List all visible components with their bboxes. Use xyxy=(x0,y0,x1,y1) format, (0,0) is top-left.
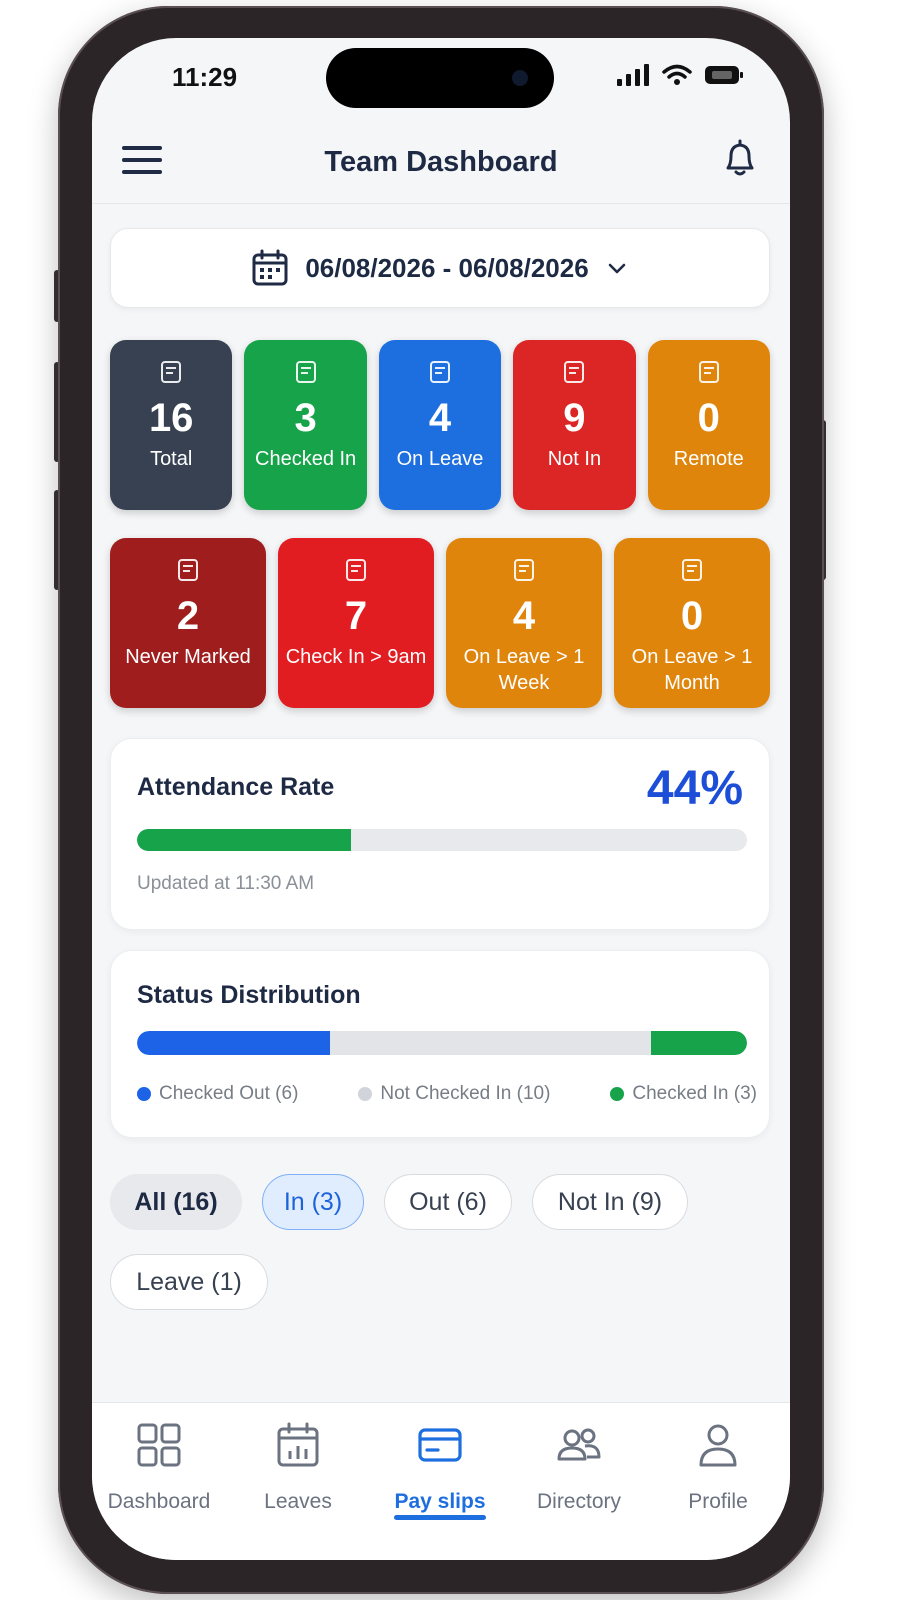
stat-value: 2 xyxy=(176,594,200,638)
app-header: Team Dashboard xyxy=(92,118,790,204)
legend-item: Checked Out (6) xyxy=(137,1083,298,1105)
distribution-bar xyxy=(137,1031,747,1055)
legend-item: Not Checked In (10) xyxy=(358,1083,550,1105)
week-calendar-icon xyxy=(514,559,534,581)
app-screen: 11:29 Team Dashboard 06/08/2026 - 06/08/… xyxy=(92,38,790,1560)
stat-tile-remote[interactable]: 0 Remote xyxy=(647,340,770,510)
month-calendar-icon xyxy=(682,559,702,581)
dynamic-island xyxy=(326,48,554,108)
stat-label: On Leave > 1 Week xyxy=(463,646,585,694)
attendance-title: Attendance Rate xyxy=(137,773,335,801)
distribution-segment xyxy=(329,1031,651,1055)
stat-value: 4 xyxy=(428,396,452,440)
battery-icon xyxy=(705,66,743,84)
stat-value: 0 xyxy=(680,594,704,638)
legend-dot xyxy=(358,1087,373,1101)
page-title: Team Dashboard xyxy=(324,146,558,178)
nav-profile[interactable]: Profile xyxy=(653,1421,783,1514)
people-icon xyxy=(557,1428,601,1461)
status-icons xyxy=(616,64,744,86)
nav-label-dashboard: Dashboard xyxy=(107,1490,211,1513)
legend-dot xyxy=(610,1087,625,1101)
nav-leaves[interactable]: Leaves xyxy=(233,1421,363,1514)
filter-all[interactable]: All (16) xyxy=(110,1174,242,1230)
chevron-down-icon xyxy=(608,263,625,274)
stat-tile-on-leave-1-month[interactable]: 0 On Leave > 1 Month xyxy=(614,538,770,708)
attendance-progress-fill xyxy=(137,829,351,851)
filter-not-in[interactable]: Not In (9) xyxy=(532,1174,688,1230)
distribution-segment xyxy=(137,1031,330,1055)
filter-leave[interactable]: Leave (1) xyxy=(110,1254,268,1310)
attendance-rate-value: 44% xyxy=(646,762,743,815)
edit-check-icon xyxy=(295,361,316,383)
calendar-icon xyxy=(277,1422,319,1467)
stat-label: Never Marked xyxy=(125,646,251,668)
stat-value: 9 xyxy=(563,396,586,440)
filter-in[interactable]: In (3) xyxy=(262,1174,364,1230)
stat-tile-total[interactable]: 16 Total xyxy=(110,340,233,510)
date-range-label: 06/08/2026 - 06/08/2026 xyxy=(305,252,589,283)
stat-value: 16 xyxy=(148,396,194,440)
stat-tile-on-leave[interactable]: 4 On Leave xyxy=(378,340,502,510)
alert-icon xyxy=(564,361,585,383)
nav-dashboard[interactable]: Dashboard xyxy=(94,1421,224,1514)
stat-label: On Leave > 1 Month xyxy=(631,646,753,694)
stat-label: Checked In xyxy=(255,448,357,470)
bottom-nav: Dashboard Leaves Pay slips Directory Pro… xyxy=(92,1402,790,1560)
legend-label: Checked Out (6) xyxy=(159,1083,299,1104)
wifi-icon xyxy=(662,64,692,85)
nav-label-directory: Directory xyxy=(536,1490,621,1513)
stat-value: 4 xyxy=(512,594,536,638)
grid-icon xyxy=(137,1423,181,1467)
updated-timestamp: Updated at 11:30 AM xyxy=(137,873,315,894)
stat-value: 0 xyxy=(697,396,720,440)
stat-label: Check In > 9am xyxy=(285,646,427,668)
nav-label-leaves: Leaves xyxy=(264,1490,332,1513)
legend-label: Checked In (3) xyxy=(632,1083,757,1104)
active-tab-indicator xyxy=(394,1515,486,1520)
distribution-title: Status Distribution xyxy=(137,981,361,1009)
legend-label: Not Checked In (10) xyxy=(380,1083,551,1104)
nav-pay-slips[interactable]: Pay slips xyxy=(375,1421,505,1514)
stat-tile-check-in-9am[interactable]: 7 Check In > 9am xyxy=(278,538,434,708)
bell-icon[interactable] xyxy=(718,136,762,180)
stat-tile-checked-in[interactable]: 3 Checked In xyxy=(244,340,367,510)
stat-value: 7 xyxy=(344,594,368,638)
status-time: 11:29 xyxy=(172,62,238,92)
attendance-card: Attendance Rate 44% Updated at 11:30 AM xyxy=(110,738,770,930)
stat-tile-on-leave-1-week[interactable]: 4 On Leave > 1 Week xyxy=(446,538,602,708)
stat-label: Total xyxy=(150,448,193,470)
attendance-progress-bar xyxy=(137,829,747,851)
leave-calendar-icon xyxy=(429,361,450,383)
id-card-icon xyxy=(161,361,182,383)
distribution-legend: Checked Out (6) Not Checked In (10) Checke… xyxy=(137,1083,757,1105)
edit-icon xyxy=(178,559,198,581)
person-icon xyxy=(699,1424,737,1467)
signal-icon xyxy=(617,64,649,86)
stat-label: Remote xyxy=(673,448,744,470)
calendar-icon xyxy=(252,249,288,286)
stat-label: On Leave xyxy=(396,448,484,470)
home-doc-icon xyxy=(698,361,719,383)
stat-tile-not-in[interactable]: 9 Not In xyxy=(513,340,636,510)
filter-out[interactable]: Out (6) xyxy=(384,1174,512,1230)
stat-value: 3 xyxy=(294,396,317,440)
distribution-card: Status Distribution Checked Out (6) Not C… xyxy=(110,950,770,1138)
nav-directory[interactable]: Directory xyxy=(514,1421,644,1514)
card-icon xyxy=(418,1428,462,1462)
nav-label-pay-slips: Pay slips xyxy=(394,1490,486,1513)
clock-doc-icon xyxy=(346,559,366,581)
nav-label-profile: Profile xyxy=(688,1490,748,1513)
date-range-selector[interactable]: 06/08/2026 - 06/08/2026 xyxy=(110,228,770,308)
stat-tile-never-marked[interactable]: 2 Never Marked xyxy=(110,538,266,708)
legend-item: Checked In (3) xyxy=(610,1083,757,1105)
stat-label: Not In xyxy=(547,448,602,470)
distribution-segment xyxy=(650,1031,747,1055)
legend-dot xyxy=(137,1087,151,1101)
